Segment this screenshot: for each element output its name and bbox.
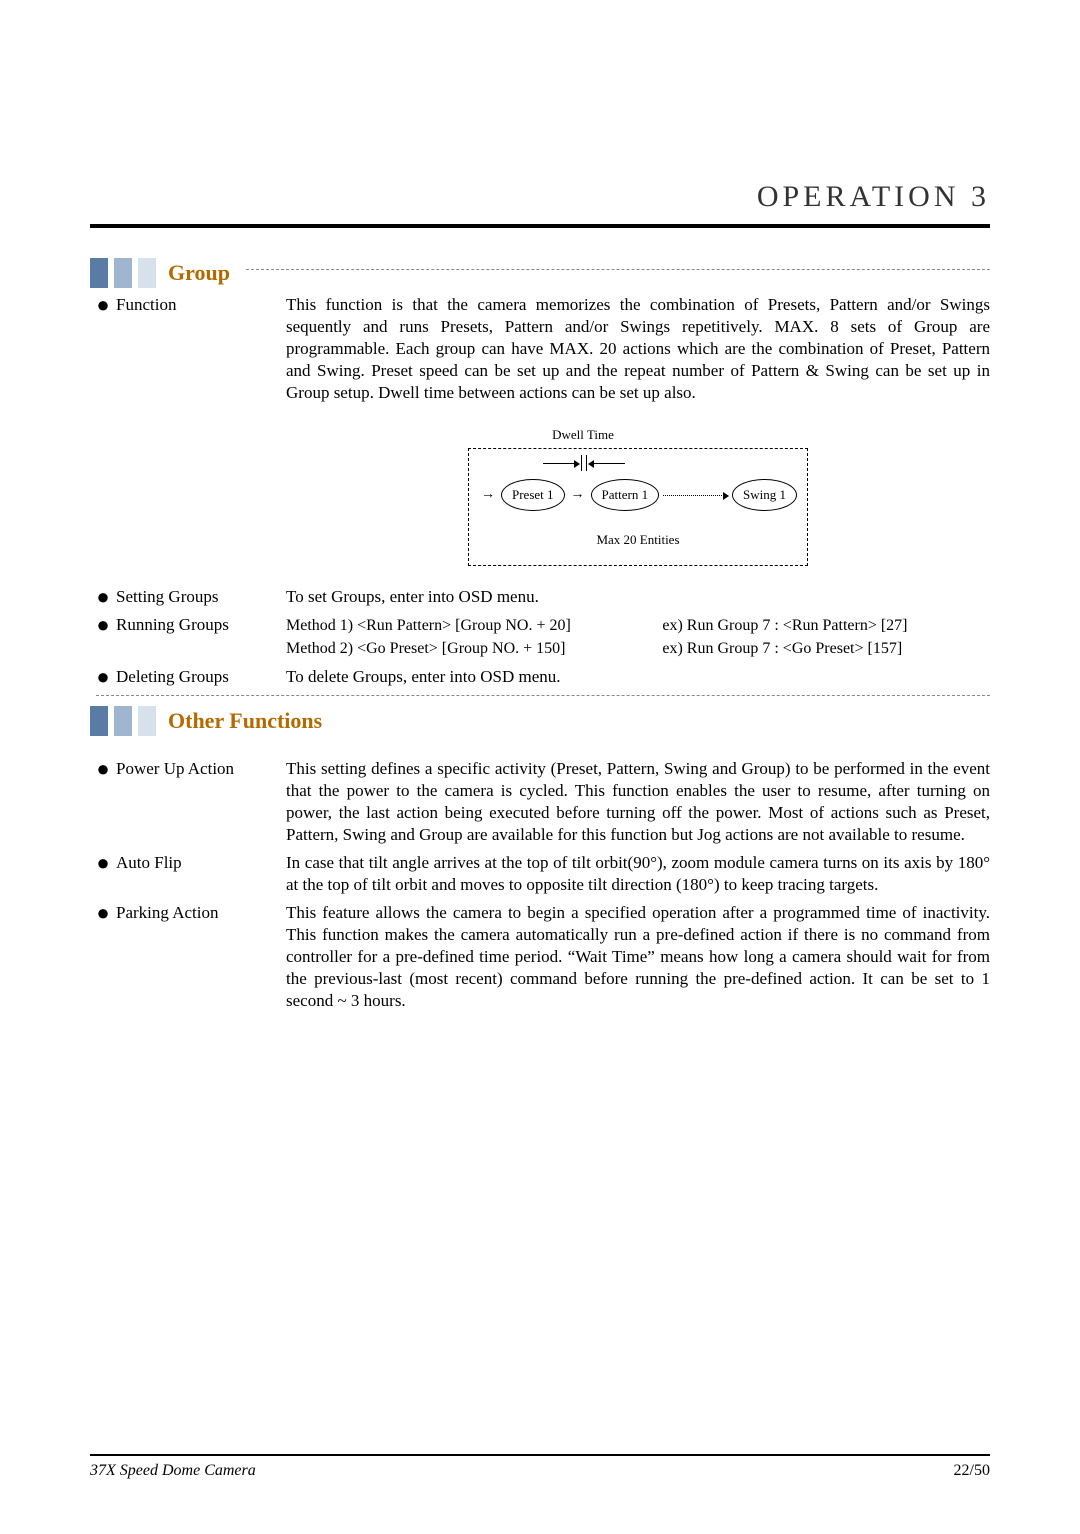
running-method-2: Method 2) <Go Preset> [Group NO. + 150] — [286, 637, 646, 660]
item-label: Setting Groups — [116, 586, 286, 608]
arrow-icon: → — [479, 484, 497, 506]
diagram-node: Swing 1 — [732, 479, 797, 511]
item-label: Deleting Groups — [116, 666, 286, 688]
other-parking-row: ● Parking Action This feature allows the… — [90, 902, 990, 1012]
divider — [90, 224, 990, 228]
section-title: Other Functions — [168, 708, 322, 734]
running-method-1: Method 1) <Run Pattern> [Group NO. + 20] — [286, 614, 646, 637]
decor-bar — [90, 706, 108, 736]
section-title: Group — [168, 260, 230, 286]
decor-bar — [114, 706, 132, 736]
diagram-top-label: Dwell Time — [358, 424, 808, 446]
item-text: This feature allows the camera to begin … — [286, 902, 990, 1012]
running-example-2: ex) Run Group 7 : <Go Preset> [157] — [662, 637, 990, 660]
decor-bar — [114, 258, 132, 288]
bullet-icon: ● — [90, 666, 116, 688]
item-text: This function is that the camera memoriz… — [286, 294, 990, 404]
page-footer: 37X Speed Dome Camera 22/50 — [90, 1454, 990, 1480]
decor-bar — [90, 258, 108, 288]
group-setting-row: ● Setting Groups To set Groups, enter in… — [90, 586, 990, 608]
diagram-node: Pattern 1 — [591, 479, 660, 511]
item-label: Running Groups — [116, 614, 286, 636]
footer-page-number: 22/50 — [954, 1462, 990, 1480]
item-text: To delete Groups, enter into OSD menu. — [286, 666, 990, 688]
bullet-icon: ● — [90, 614, 116, 636]
item-label: Power Up Action — [116, 758, 286, 780]
bullet-icon: ● — [90, 758, 116, 780]
group-diagram: Dwell Time → Preset 1 → Pattern 1 Swing … — [468, 424, 808, 566]
dwell-arrows — [543, 455, 625, 471]
bullet-icon: ● — [90, 852, 116, 874]
arrow-icon: → — [569, 484, 587, 506]
page: OPERATION 3 Group ● Function This functi… — [0, 0, 1080, 1530]
other-powerup-row: ● Power Up Action This setting defines a… — [90, 758, 990, 846]
item-label: Auto Flip — [116, 852, 286, 874]
diagram-row: Dwell Time → Preset 1 → Pattern 1 Swing … — [90, 410, 990, 580]
item-label: Function — [116, 294, 286, 316]
item-text: To set Groups, enter into OSD menu. — [286, 586, 990, 608]
diagram-box: → Preset 1 → Pattern 1 Swing 1 Max 20 En… — [468, 448, 808, 566]
item-text: In case that tilt angle arrives at the t… — [286, 852, 990, 896]
group-running-row: ● Running Groups Method 1) <Run Pattern>… — [90, 614, 990, 660]
item-label: Parking Action — [116, 902, 286, 924]
running-methods: Method 1) <Run Pattern> [Group NO. + 20]… — [286, 614, 990, 660]
diagram-bottom-label: Max 20 Entities — [479, 529, 797, 551]
chapter-title: OPERATION 3 — [90, 180, 990, 214]
diagram-node: Preset 1 — [501, 479, 565, 511]
decor-bar — [138, 258, 156, 288]
decor-bar — [138, 706, 156, 736]
dashed-line — [246, 269, 990, 271]
section-header-group: Group — [90, 258, 990, 288]
group-function-row: ● Function This function is that the cam… — [90, 294, 990, 404]
item-text: This setting defines a specific activity… — [286, 758, 990, 846]
running-example-1: ex) Run Group 7 : <Run Pattern> [27] — [662, 614, 990, 637]
dotted-arrow-icon — [663, 495, 728, 496]
bullet-icon: ● — [90, 294, 116, 316]
other-autoflip-row: ● Auto Flip In case that tilt angle arri… — [90, 852, 990, 896]
section-header-other: Other Functions — [90, 706, 990, 736]
bullet-icon: ● — [90, 902, 116, 924]
group-deleting-row: ● Deleting Groups To delete Groups, ente… — [90, 666, 990, 688]
dashed-line — [96, 694, 990, 696]
footer-product-name: 37X Speed Dome Camera — [90, 1462, 256, 1480]
bullet-icon: ● — [90, 586, 116, 608]
